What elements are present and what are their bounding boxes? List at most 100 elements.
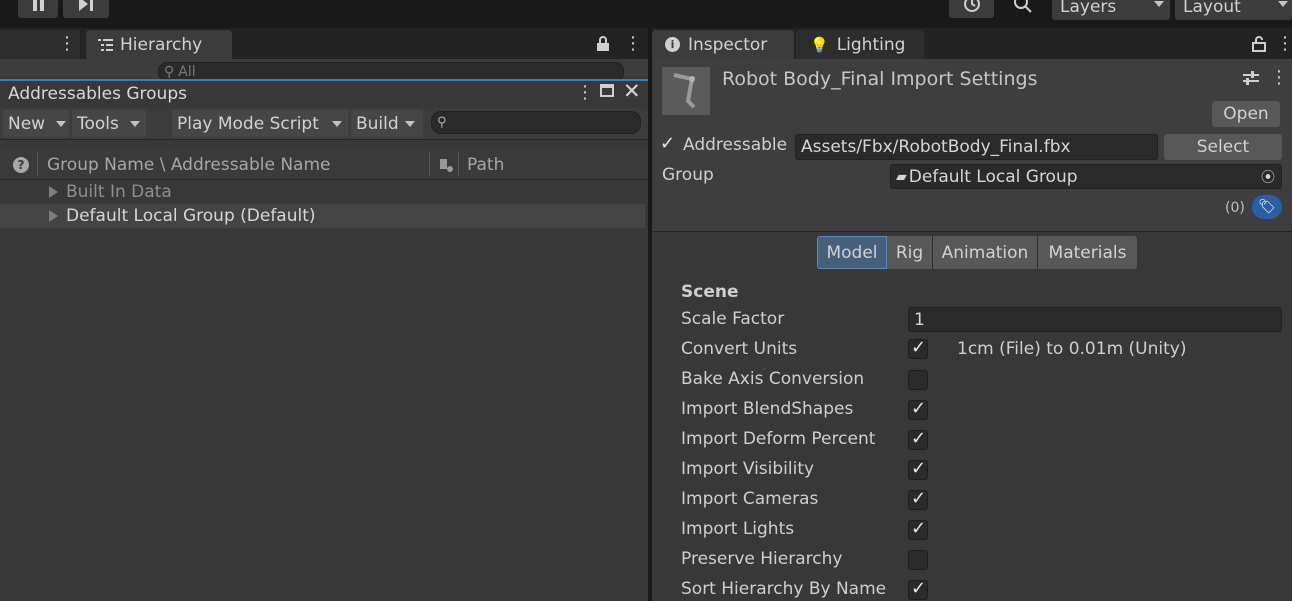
setting-label: Import Cameras <box>681 489 819 509</box>
select-button[interactable]: Select <box>1164 134 1282 160</box>
build-button[interactable]: Build <box>351 110 423 137</box>
setting-checkbox[interactable] <box>908 398 928 420</box>
kebab-menu-icon[interactable]: ⋮ <box>58 33 76 54</box>
sliders-icon[interactable] <box>1242 70 1260 86</box>
open-button[interactable]: Open <box>1212 101 1280 127</box>
search-icon: ⚲ <box>437 115 447 130</box>
search-icon: ⚲ <box>164 64 175 80</box>
tab-inspector[interactable]: i Inspector <box>652 30 794 59</box>
tab-hierarchy[interactable]: Hierarchy <box>86 30 232 59</box>
chevron-down-icon <box>1154 1 1164 7</box>
list-item[interactable]: Built In Data <box>0 180 645 204</box>
robot-arm-icon <box>673 73 696 109</box>
target-icon[interactable]: ⦿ <box>1261 167 1275 187</box>
lightbulb-icon: 💡 <box>810 35 829 54</box>
list-icon <box>98 38 113 51</box>
lock-icon[interactable] <box>596 36 610 52</box>
chevron-down-icon <box>1278 1 1288 7</box>
setting-label: Import BlendShapes <box>681 399 854 419</box>
layers-dropdown[interactable]: Layers <box>1052 0 1170 20</box>
tab-rig[interactable]: Rig <box>887 236 933 269</box>
hierarchy-tab-label: Hierarchy <box>120 34 203 55</box>
layout-label: Layout <box>1183 0 1241 17</box>
section-title: Scene <box>681 282 739 302</box>
open-label: Open <box>1223 104 1269 124</box>
label-tag-button[interactable]: 🏷 <box>1252 195 1282 219</box>
column-divider <box>429 152 430 176</box>
kebab-menu-icon[interactable]: ⋮ <box>624 33 642 54</box>
labels-count: (0) <box>1225 200 1245 216</box>
search-button[interactable] <box>1000 0 1045 18</box>
column-path[interactable]: Path <box>467 155 504 175</box>
column-divider <box>458 152 459 176</box>
chevron-down-icon <box>332 121 342 127</box>
select-label: Select <box>1196 137 1250 157</box>
setting-checkbox[interactable] <box>908 458 928 480</box>
setting-checkbox[interactable] <box>908 488 928 510</box>
step-button[interactable] <box>63 0 109 18</box>
lighting-tab-label: Lighting <box>836 34 906 55</box>
chevron-down-icon <box>56 121 66 127</box>
model-thumbnail <box>662 67 710 115</box>
kebab-menu-icon[interactable]: ⋮ <box>1270 67 1288 88</box>
addressable-path-field[interactable]: Assets/Fbx/RobotBody_Final.fbx <box>795 134 1158 160</box>
play-mode-script-button[interactable]: Play Mode Script <box>172 110 348 137</box>
folder-icon: ▰ <box>896 168 907 185</box>
tab-materials[interactable]: Materials <box>1038 236 1137 269</box>
setting-checkbox[interactable] <box>908 578 928 600</box>
addressables-search-input[interactable]: ⚲ <box>431 111 641 134</box>
kebab-menu-icon[interactable]: ⋮ <box>576 82 594 103</box>
step-icon <box>79 0 93 11</box>
addressable-checkbox[interactable] <box>658 133 678 156</box>
materials-tab-label: Materials <box>1048 242 1127 263</box>
scale-factor-value: 1 <box>914 309 925 330</box>
addressable-label: Addressable <box>683 135 788 155</box>
setting-checkbox[interactable] <box>908 550 928 570</box>
convert-units-checkbox[interactable] <box>908 337 928 359</box>
setting-label: Import Lights <box>681 519 795 539</box>
asset-title: Robot Body_Final Import Settings <box>722 68 1038 90</box>
setting-label: Preserve Hierarchy <box>681 549 843 569</box>
group-field[interactable]: ▰ Default Local Group ⦿ <box>890 164 1282 189</box>
list-item[interactable]: Default Local Group (Default) <box>0 204 645 228</box>
setting-checkbox[interactable] <box>908 370 928 390</box>
new-button-label: New <box>8 113 46 134</box>
setting-label: Bake Axis Conversion <box>681 369 865 389</box>
group-label: Built In Data <box>66 182 172 202</box>
group-label: Group <box>662 165 714 185</box>
tab-animation[interactable]: Animation <box>933 236 1038 269</box>
setting-checkbox[interactable] <box>908 518 928 540</box>
tools-button[interactable]: Tools <box>72 110 146 137</box>
expand-arrow-icon[interactable] <box>49 210 58 222</box>
rig-tab-label: Rig <box>895 242 924 263</box>
addressables-title: Addressables Groups <box>8 84 187 104</box>
unlock-icon[interactable] <box>1252 36 1266 52</box>
group-label: Default Local Group (Default) <box>66 206 316 226</box>
help-icon[interactable]: ? <box>13 157 29 173</box>
history-button[interactable] <box>949 0 994 18</box>
expand-arrow-icon[interactable] <box>49 186 58 198</box>
kebab-menu-icon[interactable]: ⋮ <box>1276 33 1292 54</box>
group-value: Default Local Group <box>908 166 1078 187</box>
layers-label: Layers <box>1060 0 1117 17</box>
tab-lighting[interactable]: 💡 Lighting <box>796 30 924 59</box>
maximize-icon[interactable] <box>600 84 614 97</box>
setting-label: Import Visibility <box>681 459 815 479</box>
pause-button[interactable] <box>18 0 58 18</box>
convert-units-label: Convert Units <box>681 339 798 359</box>
scale-factor-field[interactable]: 1 <box>908 307 1282 332</box>
label-tag-icon[interactable] <box>438 157 454 173</box>
build-button-label: Build <box>356 113 399 134</box>
new-button[interactable]: New <box>3 110 69 137</box>
addressable-path-value: Assets/Fbx/RobotBody_Final.fbx <box>801 137 1071 157</box>
column-group-name[interactable]: Group Name \ Addressable Name <box>47 155 331 175</box>
search-icon <box>1013 0 1032 13</box>
layout-dropdown[interactable]: Layout <box>1175 0 1292 20</box>
tools-button-label: Tools <box>77 113 119 134</box>
column-divider <box>37 152 38 176</box>
setting-checkbox[interactable] <box>908 428 928 450</box>
play-mode-label: Play Mode Script <box>177 113 319 134</box>
close-icon[interactable]: ✕ <box>623 79 641 103</box>
chevron-down-icon <box>130 121 140 127</box>
tab-model[interactable]: Model <box>817 236 887 269</box>
